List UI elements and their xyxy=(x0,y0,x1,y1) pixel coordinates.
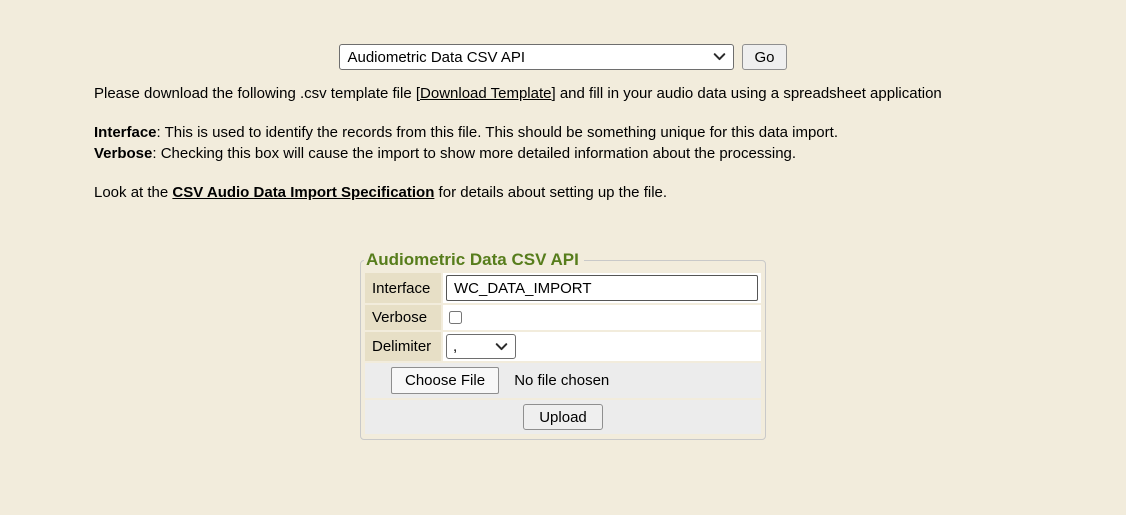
choose-file-button[interactable]: Choose File xyxy=(391,367,499,394)
download-text-before: Please download the following .csv templ… xyxy=(94,85,420,102)
delimiter-select-wrap: , xyxy=(446,334,516,359)
download-instructions: Please download the following .csv templ… xyxy=(94,83,1032,104)
upload-button[interactable]: Upload xyxy=(523,404,603,430)
table-row-file: Choose File No file chosen xyxy=(365,363,761,398)
file-input-cell: Choose File No file chosen xyxy=(365,363,761,398)
verbose-checkbox[interactable] xyxy=(449,311,462,324)
api-select-wrap: Audiometric Data CSV API xyxy=(339,44,734,70)
delimiter-label: Delimiter xyxy=(365,332,441,361)
download-text-after: ] and fill in your audio data using a sp… xyxy=(552,85,942,102)
table-row-verbose: Verbose xyxy=(365,305,761,330)
go-button[interactable]: Go xyxy=(742,44,786,70)
delimiter-value-cell: , xyxy=(443,332,761,361)
spec-text-after: for details about setting up the file. xyxy=(434,184,667,201)
table-row-interface: Interface xyxy=(365,273,761,303)
interface-value-cell xyxy=(443,273,761,303)
verbose-description: : Checking this box will cause the impor… xyxy=(152,145,796,162)
field-descriptions: Interface: This is used to identify the … xyxy=(94,122,1032,164)
table-row-upload: Upload xyxy=(365,400,761,434)
interface-description: : This is used to identify the records f… xyxy=(157,124,838,141)
download-template-link[interactable]: Download Template xyxy=(420,85,551,102)
interface-input[interactable] xyxy=(446,275,758,301)
spec-text-before: Look at the xyxy=(94,184,172,201)
spec-reference: Look at the CSV Audio Data Import Specif… xyxy=(94,182,1032,203)
form-legend: Audiometric Data CSV API xyxy=(364,250,584,270)
api-switcher: Audiometric Data CSV API Go xyxy=(0,0,1126,70)
api-select[interactable]: Audiometric Data CSV API xyxy=(339,44,734,70)
spec-link[interactable]: CSV Audio Data Import Specification xyxy=(172,184,434,201)
upload-cell: Upload xyxy=(365,400,761,434)
verbose-term: Verbose xyxy=(94,145,152,162)
intro-text: Please download the following .csv templ… xyxy=(94,83,1032,203)
audiometric-fieldset: Audiometric Data CSV API Interface Verbo… xyxy=(360,250,766,440)
interface-term: Interface xyxy=(94,124,157,141)
delimiter-select[interactable]: , xyxy=(446,334,516,359)
verbose-label: Verbose xyxy=(365,305,441,330)
verbose-value-cell xyxy=(443,305,761,330)
form-area: Audiometric Data CSV API Interface Verbo… xyxy=(0,250,1126,440)
form-table: Interface Verbose Delimiter xyxy=(363,271,763,436)
interface-label: Interface xyxy=(365,273,441,303)
table-row-delimiter: Delimiter , xyxy=(365,332,761,361)
upload-form: Audiometric Data CSV API Interface Verbo… xyxy=(360,250,766,440)
file-status-text: No file chosen xyxy=(514,372,609,389)
